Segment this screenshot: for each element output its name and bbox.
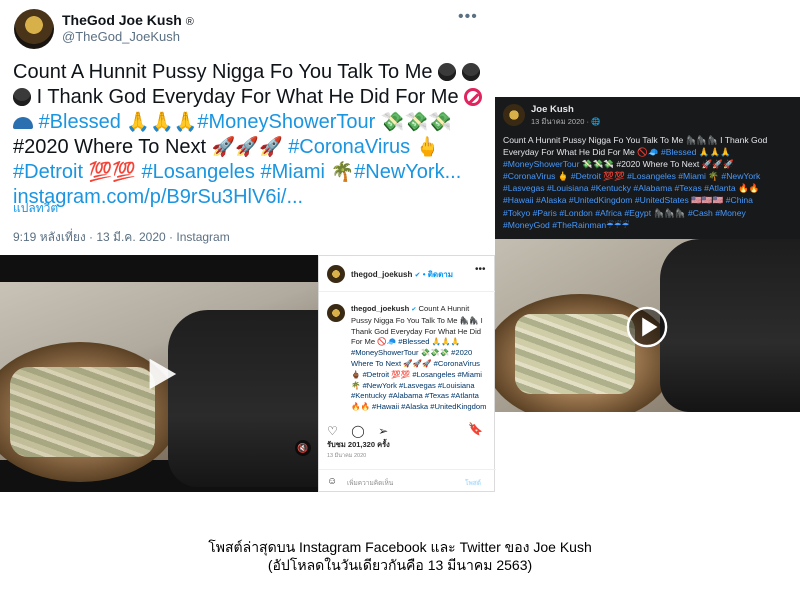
praying-hands-emoji-icon: 🙏🙏🙏 [698, 147, 731, 158]
verified-badge-icon: ✔ [411, 307, 417, 313]
video-cash [515, 314, 635, 394]
video-cash [10, 367, 155, 457]
cap-emoji-icon [13, 117, 33, 129]
fb-hashtag-moneyshowertour[interactable]: #MoneyShowerTour [503, 159, 579, 169]
instagram-username[interactable]: thegod_joekush ✔ • ติดตาม [351, 268, 453, 281]
hashtag-detroit[interactable]: #Detroit [13, 161, 83, 183]
money-wings-emoji-icon: 💸💸💸 [380, 112, 452, 133]
facebook-avatar[interactable] [503, 104, 525, 126]
caption-line-1: โพสต์ล่าสุดบน Instagram Facebook และ Twi… [208, 539, 592, 555]
caption-avatar[interactable] [327, 304, 345, 322]
facebook-post-text: Count A Hunnit Pussy Nigga Fo You Talk T… [503, 134, 795, 231]
instagram-post-header: thegod_joekush ✔ • ติดตาม ••• [319, 256, 496, 292]
registered-mark: ® [185, 16, 194, 28]
facebook-post-header: Joe Kush 13 มีนาคม 2020 · 🌐 Count A Hunn… [495, 97, 800, 239]
facebook-name[interactable]: Joe Kush [531, 104, 574, 115]
fb-hashtags-2[interactable]: #Lasvegas #Louisiana #Kentucky #Alabama … [503, 183, 759, 193]
gorilla-emoji-icon [438, 63, 457, 81]
instagram-avatar[interactable] [327, 265, 345, 283]
comment-icon[interactable]: ◯ [351, 424, 364, 438]
twitter-display-name[interactable]: TheGod Joe Kush ® [62, 12, 194, 28]
hashtag-newyork[interactable]: #NewYork... [354, 161, 461, 183]
twitter-handle[interactable]: @TheGod_JoeKush [62, 29, 180, 44]
username-text[interactable]: thegod_joekush [351, 270, 412, 279]
facebook-date[interactable]: 13 มีนาคม 2020 · 🌐 [531, 116, 600, 128]
gorilla-emoji-icon [461, 63, 480, 81]
video-person [660, 239, 800, 412]
translate-tweet-link[interactable]: แปลทวีต [13, 199, 58, 218]
instagram-post: 🔇 thegod_joekush ✔ • ติดตาม ••• thegod_j… [0, 255, 496, 493]
more-options-icon[interactable]: ••• [458, 8, 478, 26]
hashtag-coronavirus[interactable]: #CoronaVirus [288, 136, 410, 158]
follow-button[interactable]: • ติดตาม [423, 270, 453, 279]
instagram-caption: thegod_joekush ✔ Count A Hunnit Pussy Ni… [351, 304, 489, 414]
caption-line-2: (อัปโหลดในวันเดียวกันคือ 13 มีนาคม 2563) [267, 557, 533, 573]
comment-input[interactable]: เพิ่มความคิดเห็น [347, 478, 393, 488]
palm-tree-emoji-icon: 🌴 [330, 162, 355, 183]
verified-badge-icon: ✔ [414, 272, 421, 279]
fb-text-2: 💸💸💸 #2020 Where To Next 🚀🚀🚀 [581, 159, 734, 170]
tweet-text: Count A Hunnit Pussy Nigga Fo You Talk T… [13, 60, 483, 210]
no-entry-emoji-icon [464, 88, 483, 106]
more-options-icon[interactable]: ••• [475, 264, 486, 275]
tweet-line-3: #2020 Where To Next [13, 136, 207, 158]
hashtag-losangeles[interactable]: #Losangeles [141, 161, 254, 183]
facebook-post: Joe Kush 13 มีนาคม 2020 · 🌐 Count A Hunn… [495, 97, 800, 412]
caption-username[interactable]: thegod_joekush [351, 304, 409, 313]
emoji-icon[interactable]: ☺ [327, 476, 337, 487]
facebook-video[interactable] [495, 239, 800, 412]
post-date: 13 มีนาคม 2020 [327, 453, 367, 459]
hashtag-moneyshowertour[interactable]: #MoneyShowerTour [197, 111, 375, 133]
video-person [168, 310, 318, 487]
gorilla-emoji-icon [13, 88, 31, 106]
instagram-side-panel: thegod_joekush ✔ • ติดตาม ••• thegod_joe… [318, 255, 496, 493]
tweet-metadata: 9:19 หลังเที่ยง · 13 มี.ค. 2020 · Instag… [13, 230, 230, 244]
twitter-avatar[interactable] [14, 9, 54, 49]
twitter-post: TheGod Joe Kush ® @TheGod_JoeKush ••• Co… [0, 0, 495, 255]
figure-caption: โพสต์ล่าสุดบน Instagram Facebook และ Twi… [0, 538, 800, 574]
display-name-text[interactable]: TheGod Joe Kush [62, 12, 182, 28]
praying-hands-emoji-icon: 🙏🙏🙏 [126, 112, 198, 133]
fb-hashtags-5[interactable]: #MoneyGod #TheRainman☔☔☔ [503, 220, 629, 230]
heart-icon[interactable]: ♡ [327, 424, 338, 438]
tweet-line-1: Count A Hunnit Pussy Nigga Fo You Talk T… [13, 61, 433, 83]
tweet-line-2: I Thank God Everyday For What He Did For… [36, 86, 459, 108]
comment-bar: ☺ เพิ่มความคิดเห็น โพสต์ [319, 469, 496, 493]
play-icon[interactable] [142, 355, 180, 393]
play-button-icon[interactable] [626, 306, 668, 348]
fb-hashtags-3[interactable]: #Hawaii #Alaska #UnitedKingdom #UnitedSt… [503, 195, 753, 205]
rocket-emoji-icon: 🚀🚀🚀 [211, 137, 283, 158]
post-comment-button[interactable]: โพสต์ [465, 478, 481, 488]
share-icon[interactable]: ➢ [378, 424, 388, 438]
bookmark-icon[interactable]: 🔖 [468, 422, 483, 436]
volume-icon[interactable]: 🔇 [295, 440, 311, 456]
hashtag-miami[interactable]: #Miami [260, 161, 324, 183]
hashtag-blessed[interactable]: #Blessed [39, 111, 121, 133]
instagram-video[interactable]: 🔇 [0, 255, 318, 492]
fb-hashtags-1[interactable]: #CoronaVirus 🖕 #Detroit 💯💯 #Losangeles #… [503, 171, 760, 181]
hundred-emoji-icon: 💯💯 [88, 162, 136, 183]
instagram-actions: ♡ ◯ ➢ 🔖 [327, 422, 487, 438]
finger-emoji-icon: 🖕 [415, 137, 440, 158]
fb-hashtags-4[interactable]: #Tokyo #Paris #London #Africa #Egypt 🦍🦍🦍… [503, 208, 746, 218]
fb-hashtag-blessed[interactable]: #Blessed [661, 147, 696, 157]
view-count: รับชม 201,320 ครั้ง [327, 440, 390, 449]
